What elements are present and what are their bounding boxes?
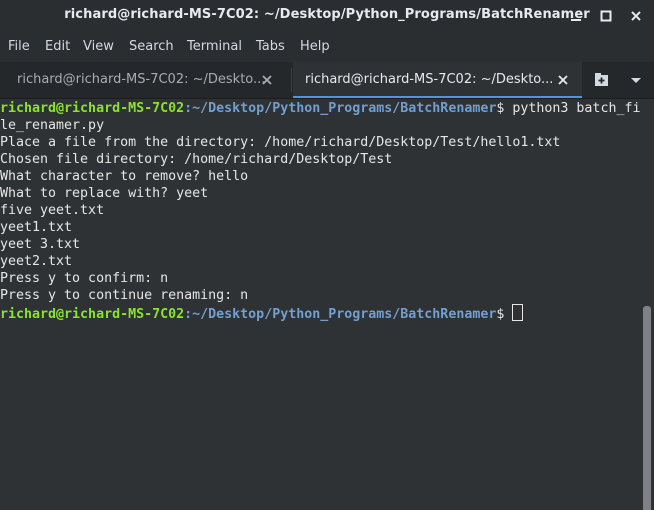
menu-tabs[interactable]: Tabs xyxy=(256,39,285,54)
close-icon xyxy=(631,11,641,21)
terminal-line: What character to remove? hello xyxy=(0,169,249,184)
terminal-line: Press y to continue renaming: n xyxy=(0,288,249,303)
new-tab-icon xyxy=(595,73,608,86)
close-icon xyxy=(558,75,568,85)
terminal-output[interactable]: richard@richard-MS-7C02:~/Desktop/Python… xyxy=(0,99,640,510)
prompt-separator: : xyxy=(184,101,193,116)
maximize-button[interactable] xyxy=(596,6,616,26)
prompt-user: richard@richard-MS-7C02 xyxy=(0,101,185,116)
close-window-button[interactable] xyxy=(626,6,646,26)
tab-close-button[interactable] xyxy=(555,72,571,88)
tab-menu-button[interactable] xyxy=(626,71,646,89)
tab-2[interactable]: richard@richard-MS-7C02: ~/Deskto... xyxy=(293,62,582,98)
window-title: richard@richard-MS-7C02: ~/Desktop/Pytho… xyxy=(64,7,590,22)
terminal-line: Chosen file directory: /home/richard/Des… xyxy=(0,152,393,167)
tab-1[interactable]: richard@richard-MS-7C02: ~/Deskto... xyxy=(0,62,291,98)
menu-file[interactable]: File xyxy=(8,39,30,54)
terminal-line: yeet 3.txt xyxy=(0,237,81,252)
maximize-icon xyxy=(600,10,612,22)
prompt-user: richard@richard-MS-7C02 xyxy=(0,307,185,321)
terminal-line: five yeet.txt xyxy=(0,203,105,218)
close-icon xyxy=(262,75,272,85)
terminal-line: le_renamer.py xyxy=(0,118,105,133)
terminal-line: yeet2.txt xyxy=(0,254,73,269)
menu-terminal[interactable]: Terminal xyxy=(187,39,242,54)
terminal-line: Place a file from the directory: /home/r… xyxy=(0,135,561,150)
chevron-down-icon xyxy=(631,78,641,83)
tab-label: richard@richard-MS-7C02: ~/Deskto... xyxy=(17,72,266,87)
prompt-separator: : xyxy=(184,307,193,321)
new-tab-button[interactable] xyxy=(592,71,612,89)
tab-bar: richard@richard-MS-7C02: ~/Deskto... ric… xyxy=(0,62,654,99)
menu-edit[interactable]: Edit xyxy=(45,39,70,54)
tab-label: richard@richard-MS-7C02: ~/Deskto... xyxy=(305,72,554,87)
tab-close-button[interactable] xyxy=(259,72,275,88)
menu-view[interactable]: View xyxy=(83,39,114,54)
prompt-path: ~/Desktop/Python_Programs/BatchRenamer xyxy=(192,101,497,116)
command-text: python3 batch_fi xyxy=(504,101,640,116)
scrollbar-thumb[interactable] xyxy=(643,306,651,510)
menu-bar: File Edit View Search Terminal Tabs Help xyxy=(0,32,654,62)
minimize-button[interactable] xyxy=(566,6,586,26)
prompt-symbol: $ xyxy=(496,307,505,321)
menu-search[interactable]: Search xyxy=(129,39,174,54)
prompt-path: ~/Desktop/Python_Programs/BatchRenamer xyxy=(192,307,497,321)
terminal-line: richard@richard-MS-7C02:~/Desktop/Python… xyxy=(0,100,640,117)
tab-separator xyxy=(291,68,292,92)
terminal-line: richard@richard-MS-7C02:~/Desktop/Python… xyxy=(0,304,640,321)
terminal-line: Press y to confirm: n xyxy=(0,271,169,286)
minimize-icon xyxy=(571,19,581,21)
terminal-cursor xyxy=(512,304,524,321)
menu-help[interactable]: Help xyxy=(300,39,330,54)
window-titlebar[interactable]: richard@richard-MS-7C02: ~/Desktop/Pytho… xyxy=(0,0,654,32)
terminal-line: What to replace with? yeet xyxy=(0,186,209,201)
terminal-line: yeet1.txt xyxy=(0,220,73,235)
